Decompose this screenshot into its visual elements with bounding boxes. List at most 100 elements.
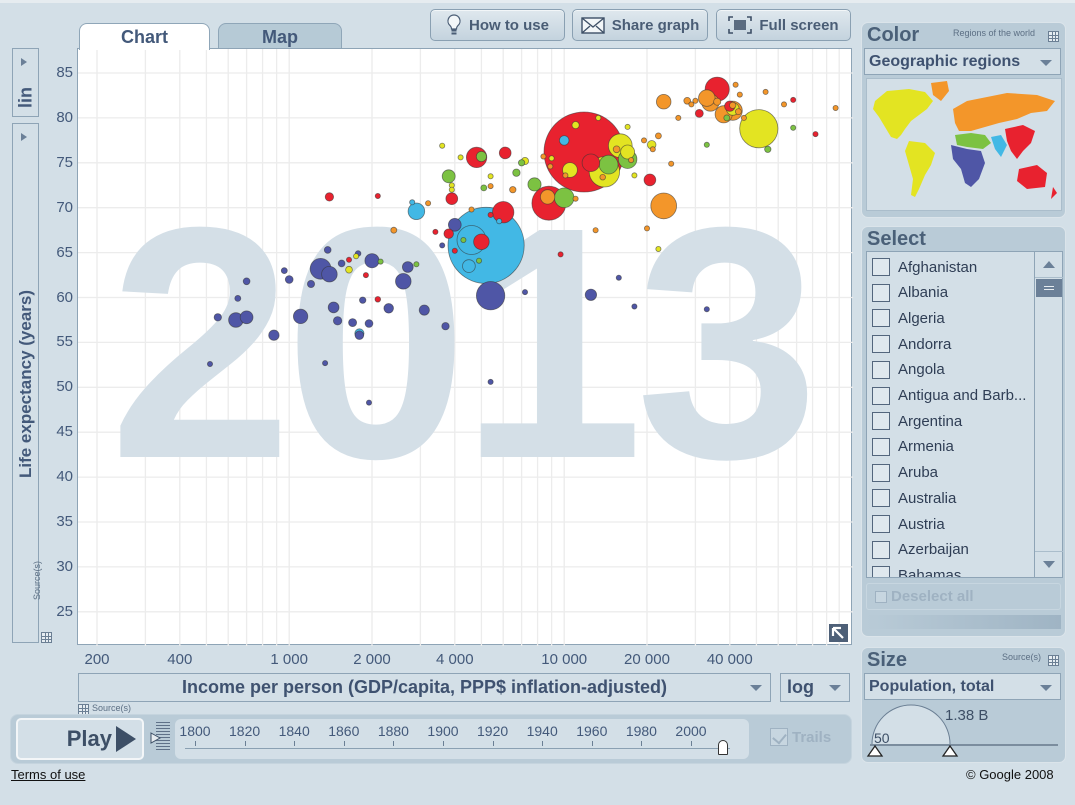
bubble-america[interactable] [624, 123, 631, 130]
bubble-europe-central-asia[interactable] [688, 101, 695, 108]
scroll-down-button[interactable] [1035, 551, 1063, 577]
bubble-europe-central-asia[interactable] [644, 225, 651, 232]
bubble-sub-saharan-africa[interactable] [418, 304, 430, 316]
bubble-middle-east-north-africa[interactable] [475, 257, 482, 264]
size-range-slider[interactable]: 1.38 B 50 [866, 704, 1062, 764]
bubble-sub-saharan-africa[interactable] [333, 316, 343, 326]
country-item[interactable]: Andorra [872, 332, 951, 356]
bubble-europe-central-asia[interactable] [390, 226, 398, 234]
tab-chart[interactable]: Chart [79, 23, 210, 50]
zoom-reset-button[interactable] [829, 624, 848, 642]
bubble-east-asia-pacific[interactable] [374, 296, 381, 303]
bubble-europe-central-asia[interactable] [740, 114, 747, 121]
bubble-america[interactable] [620, 144, 635, 160]
bubble-south-asia[interactable] [462, 259, 476, 273]
bubble-sub-saharan-africa[interactable] [487, 378, 494, 385]
bubble-america[interactable] [345, 265, 353, 274]
bubble-sub-saharan-africa[interactable] [213, 313, 222, 322]
bubble-europe-central-asia[interactable] [599, 173, 606, 181]
bubble-east-asia-pacific[interactable] [345, 256, 352, 263]
bubble-east-asia-pacific[interactable] [487, 211, 494, 218]
chart-area[interactable]: 2013 [77, 48, 853, 646]
bubble-europe-central-asia[interactable] [612, 145, 621, 154]
terms-of-use-link[interactable]: Terms of use [11, 767, 85, 782]
bubble-sub-saharan-africa[interactable] [268, 329, 280, 341]
bubble-sub-saharan-africa[interactable] [322, 360, 329, 367]
bubble-europe-central-asia[interactable] [732, 81, 739, 88]
country-list-scrollbar[interactable] [1034, 252, 1063, 577]
country-checkbox[interactable] [872, 258, 890, 276]
bubble-sub-saharan-africa[interactable] [475, 281, 506, 311]
bubble-east-asia-pacific[interactable] [445, 192, 459, 206]
country-checkbox[interactable] [872, 412, 890, 431]
bubble-sub-saharan-africa[interactable] [348, 318, 358, 328]
bubble-sub-saharan-africa[interactable] [364, 319, 374, 328]
x-source-label[interactable]: Source(s) [92, 703, 131, 713]
country-checkbox[interactable] [872, 335, 890, 354]
bubble-europe-central-asia[interactable] [487, 183, 494, 190]
timeline-handle[interactable] [718, 740, 728, 755]
bubble-europe-central-asia[interactable] [713, 97, 722, 106]
country-checkbox[interactable] [872, 360, 890, 379]
bubble-europe-central-asia[interactable] [539, 189, 556, 205]
size-indicator-dropdown[interactable]: Population, total [864, 673, 1061, 700]
region-legend-map[interactable] [866, 78, 1062, 211]
country-item[interactable]: Bahamas [872, 563, 961, 577]
bubble-europe-central-asia[interactable] [628, 157, 635, 164]
bubble-sub-saharan-africa[interactable] [364, 253, 380, 269]
bubble-east-asia-pacific[interactable] [790, 96, 797, 103]
bubble-east-asia-pacific[interactable] [324, 192, 334, 202]
color-indicator-dropdown[interactable]: Geographic regions [864, 48, 1061, 75]
bubble-east-asia-pacific[interactable] [432, 228, 439, 235]
bubble-middle-east-north-africa[interactable] [527, 177, 542, 192]
bubble-middle-east-north-africa[interactable] [377, 258, 384, 265]
bubble-middle-east-north-africa[interactable] [413, 261, 420, 268]
bubble-middle-east-north-africa[interactable] [480, 184, 488, 192]
bubble-middle-east-north-africa[interactable] [460, 236, 467, 243]
tab-map[interactable]: Map [218, 23, 342, 49]
bubble-sub-saharan-africa[interactable] [631, 303, 638, 310]
bubble-sub-saharan-africa[interactable] [439, 242, 446, 249]
bubble-south-asia[interactable] [407, 202, 426, 221]
country-item[interactable]: Azerbaijan [872, 538, 969, 562]
bubble-europe-central-asia[interactable] [762, 88, 769, 95]
bubble-sub-saharan-africa[interactable] [521, 289, 528, 296]
bubble-europe-central-asia[interactable] [655, 132, 662, 140]
bubble-america[interactable] [448, 186, 455, 193]
bubble-europe-central-asia[interactable] [540, 153, 547, 160]
bubble-south-asia[interactable] [409, 199, 416, 206]
country-item[interactable]: Australia [872, 486, 956, 510]
bubble-east-asia-pacific[interactable] [473, 233, 490, 251]
bubble-east-asia-pacific[interactable] [492, 201, 515, 224]
country-checkbox[interactable] [872, 386, 890, 405]
country-checkbox[interactable] [872, 437, 890, 456]
bubble-europe-central-asia[interactable] [468, 206, 475, 213]
country-checkbox[interactable] [872, 283, 890, 302]
timeline-slider[interactable]: 1800 1820 1840 1860 1880 1900 1920 1940 1960 1980… [175, 719, 749, 759]
bubble-middle-east-north-africa[interactable] [764, 145, 772, 153]
share-graph-button[interactable]: Share graph [572, 9, 708, 41]
bubble-middle-east-north-africa[interactable] [441, 169, 456, 184]
bubble-europe-central-asia[interactable] [675, 114, 682, 121]
bubble-europe-central-asia[interactable] [736, 91, 743, 98]
bubble-america[interactable] [353, 253, 360, 260]
bubble-europe-central-asia[interactable] [547, 163, 554, 170]
bubble-america[interactable] [631, 172, 638, 179]
country-item[interactable]: Algeria [872, 306, 945, 330]
bubble-sub-saharan-africa[interactable] [234, 294, 242, 302]
bubble-europe-central-asia[interactable] [425, 200, 432, 207]
bubble-sub-saharan-africa[interactable] [306, 279, 315, 288]
bubble-east-asia-pacific[interactable] [498, 146, 512, 160]
country-item[interactable]: Albania [872, 281, 948, 305]
bubble-europe-central-asia[interactable] [735, 108, 742, 115]
country-item[interactable]: Aruba [872, 461, 938, 485]
bubble-europe-central-asia[interactable] [509, 186, 517, 194]
bubble-south-asia[interactable] [496, 218, 503, 225]
bubble-america[interactable] [571, 121, 580, 130]
bubble-sub-saharan-africa[interactable] [242, 277, 251, 286]
bubble-middle-east-north-africa[interactable] [475, 151, 487, 163]
bubble-america[interactable] [457, 154, 464, 161]
country-item[interactable]: Argentina [872, 409, 962, 433]
bubble-europe-central-asia[interactable] [572, 195, 579, 202]
country-checkbox[interactable] [872, 489, 890, 508]
